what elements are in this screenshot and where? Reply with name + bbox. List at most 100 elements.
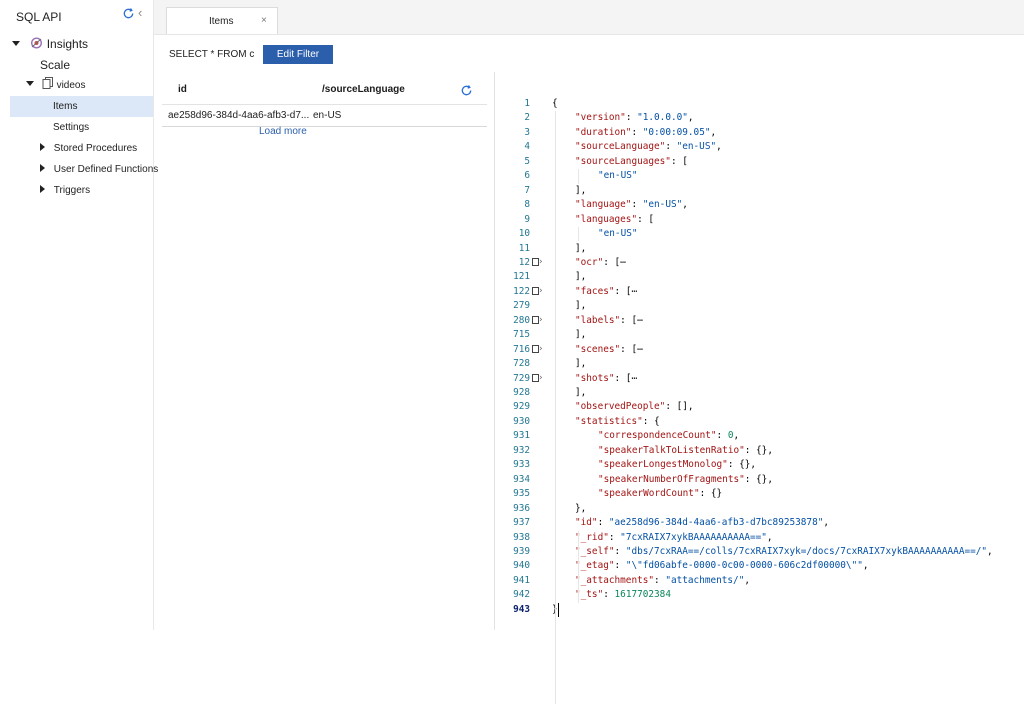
- code-line[interactable]: 934 "speakerNumberOfFragments": {},: [495, 473, 1024, 487]
- code-line[interactable]: 121],: [495, 270, 1024, 284]
- code-line[interactable]: 729 › "shots": [⋯: [495, 372, 1024, 386]
- caret-down-icon[interactable]: [12, 41, 20, 46]
- chevron-right-icon[interactable]: ›: [539, 342, 543, 356]
- code-line[interactable]: 941 "_attachments": "attachments/",: [495, 574, 1024, 588]
- code-line[interactable]: 940 "_etag": "\"fd06abfe-0000-0c00-0000-6…: [495, 559, 1024, 573]
- caret-right-icon[interactable]: [40, 185, 45, 193]
- fold-marker-icon[interactable]: [532, 286, 539, 295]
- column-header-id[interactable]: id: [178, 84, 187, 95]
- code-line[interactable]: 10 "en-US": [495, 227, 1024, 241]
- tree-node-videos[interactable]: videos: [26, 77, 85, 95]
- json-punctuation: : [: [670, 155, 688, 167]
- code-line[interactable]: 8 "language": "en-US",: [495, 198, 1024, 212]
- table-row[interactable]: ae258d96-384d-4aa6-afb3-d7... en-US: [162, 108, 487, 127]
- code-line[interactable]: 7],: [495, 184, 1024, 198]
- line-number: 2: [524, 112, 530, 124]
- code-line[interactable]: 938 "_rid": "7cxRAIX7xykBAAAAAAAAAA==",: [495, 531, 1024, 545]
- json-key: "_rid": [575, 531, 609, 543]
- json-key: "language": [575, 199, 632, 211]
- edit-filter-button[interactable]: Edit Filter: [263, 45, 333, 64]
- code-line[interactable]: 936},: [495, 502, 1024, 516]
- json-key: "labels": [575, 314, 621, 326]
- code-line[interactable]: 928],: [495, 386, 1024, 400]
- code-line[interactable]: 929 "observedPeople": [],: [495, 400, 1024, 414]
- code-text: "id": "ae258d96-384d-4aa6-afb3-d7bc89253…: [575, 516, 829, 530]
- line-number: 5: [524, 155, 530, 167]
- code-line[interactable]: 11],: [495, 242, 1024, 256]
- tree-node-user-defined-functions[interactable]: User Defined Functions: [40, 161, 158, 179]
- code-line[interactable]: 942 "_ts": 1617702384: [495, 588, 1024, 602]
- json-punctuation: : [⋯: [614, 285, 638, 297]
- code-line[interactable]: 930 "statistics": {: [495, 415, 1024, 429]
- json-key: "shots": [575, 372, 615, 384]
- code-line[interactable]: 3 "duration": "0:00:09.05",: [495, 126, 1024, 140]
- code-line[interactable]: 716 › "scenes": [⋯: [495, 343, 1024, 357]
- close-icon[interactable]: ×: [261, 15, 267, 26]
- code-text: ],: [575, 299, 586, 313]
- code-line[interactable]: 937 "id": "ae258d96-384d-4aa6-afb3-d7bc89…: [495, 516, 1024, 530]
- code-text: "_rid": "7cxRAIX7xykBAAAAAAAAAA==",: [575, 531, 773, 545]
- json-punctuation: ,: [710, 126, 717, 138]
- fold-marker-icon[interactable]: [532, 257, 539, 266]
- caret-right-icon[interactable]: [40, 143, 45, 151]
- code-text: "speakerNumberOfFragments": {},: [598, 473, 773, 487]
- code-line[interactable]: 12 › "ocr": [⋯: [495, 256, 1024, 270]
- cell-id: ae258d96-384d-4aa6-afb3-d7...: [168, 110, 310, 121]
- chevron-right-icon[interactable]: ›: [539, 371, 543, 385]
- code-line[interactable]: 5 "sourceLanguages": [: [495, 155, 1024, 169]
- indent-guide: [578, 530, 579, 603]
- chevron-right-icon[interactable]: ›: [539, 284, 543, 298]
- tab-items[interactable]: Items ×: [166, 7, 278, 34]
- code-line[interactable]: 715],: [495, 328, 1024, 342]
- json-key: "ocr": [575, 256, 604, 268]
- code-line[interactable]: 122 › "faces": [⋯: [495, 285, 1024, 299]
- refresh-icon[interactable]: [122, 7, 135, 20]
- code-line[interactable]: 931 "correspondenceCount": 0,: [495, 429, 1024, 443]
- fold-marker-icon[interactable]: [532, 373, 539, 382]
- code-line[interactable]: 280 › "labels": [⋯: [495, 314, 1024, 328]
- code-line[interactable]: 943}: [495, 603, 1024, 617]
- code-line[interactable]: 728],: [495, 357, 1024, 371]
- load-more-link[interactable]: Load more: [259, 126, 307, 137]
- code-text: "version": "1.0.0.0",: [575, 111, 694, 125]
- code-line[interactable]: 932 "speakerTalkToListenRatio": {},: [495, 444, 1024, 458]
- indent-guide: [578, 169, 579, 184]
- column-header-source-language[interactable]: /sourceLanguage: [322, 84, 405, 95]
- caret-down-icon[interactable]: [26, 81, 34, 86]
- json-punctuation: :: [625, 112, 638, 124]
- json-key: "observedPeople": [575, 401, 666, 413]
- tree-node-items[interactable]: Items: [53, 98, 77, 116]
- line-number: 928: [513, 387, 530, 398]
- chevron-right-icon[interactable]: ›: [539, 255, 543, 269]
- json-editor[interactable]: 1{2 "version": "1.0.0.0", 3 "duration": "0:…: [494, 72, 1024, 704]
- code-line[interactable]: 2 "version": "1.0.0.0",: [495, 111, 1024, 125]
- code-text: "shots": [⋯: [575, 372, 637, 386]
- code-line[interactable]: 939 "_self": "dbs/7cxRAA==/colls/7cxRAIX7…: [495, 545, 1024, 559]
- code-line[interactable]: 933 "speakerLongestMonolog": {},: [495, 458, 1024, 472]
- caret-right-icon[interactable]: [40, 164, 45, 172]
- refresh-icon[interactable]: [460, 84, 473, 97]
- code-line[interactable]: 1{: [495, 97, 1024, 111]
- fold-marker-icon[interactable]: [532, 344, 539, 353]
- chevron-left-icon[interactable]: ‹: [138, 5, 142, 21]
- json-string: "7cxRAIX7xykBAAAAAAAAAA==": [620, 531, 767, 543]
- json-key: "speakerLongestMonolog": [598, 459, 728, 471]
- chevron-right-icon[interactable]: ›: [539, 313, 543, 327]
- json-string: "0:00:09.05": [642, 126, 711, 138]
- json-key: "languages": [575, 213, 638, 225]
- code-text: "_ts": 1617702384: [575, 588, 671, 602]
- tree-node-settings[interactable]: Settings: [53, 119, 89, 137]
- tree-node-scale[interactable]: Scale: [40, 56, 70, 74]
- fold-marker-icon[interactable]: [532, 315, 539, 324]
- tree-node-triggers[interactable]: Triggers: [40, 182, 90, 200]
- code-text: "_attachments": "attachments/",: [575, 574, 750, 588]
- code-line[interactable]: 6 "en-US": [495, 169, 1024, 183]
- tree-node-insights[interactable]: Insights: [12, 35, 88, 53]
- code-line[interactable]: 279],: [495, 299, 1024, 313]
- code-line[interactable]: 4 "sourceLanguage": "en-US",: [495, 140, 1024, 154]
- code-line[interactable]: 935 "speakerWordCount": {}: [495, 487, 1024, 501]
- code-text: "speakerWordCount": {}: [598, 487, 722, 501]
- code-line[interactable]: 9 "languages": [: [495, 213, 1024, 227]
- text-cursor: [558, 602, 559, 617]
- tree-node-stored-procedures[interactable]: Stored Procedures: [40, 140, 137, 158]
